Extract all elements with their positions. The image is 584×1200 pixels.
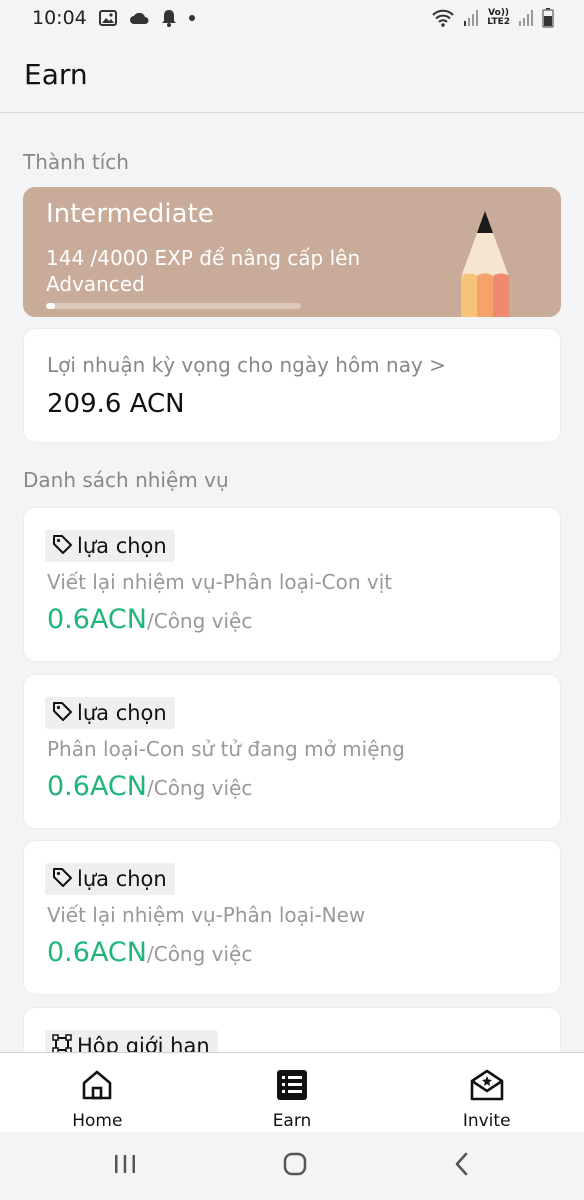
- level-progress-bar: [46, 303, 301, 309]
- task-card[interactable]: lựa chọn Phân loại-Con sử tử đang mở miệ…: [23, 674, 561, 829]
- tag-icon: [51, 700, 73, 727]
- task-list-section-title: Danh sách nhiệm vụ: [23, 468, 229, 492]
- invite-mail-icon: [469, 1069, 505, 1105]
- level-card[interactable]: Intermediate 144 /4000 EXP để nâng cấp l…: [23, 187, 561, 317]
- app-header: Earn: [0, 36, 584, 113]
- image-icon: [98, 10, 117, 26]
- nav-earn-label: Earn: [272, 1111, 312, 1131]
- home-circle-icon[interactable]: [282, 1151, 308, 1181]
- task-tag: lựa chọn: [45, 863, 175, 895]
- level-name: Intermediate: [46, 199, 214, 229]
- pencil-icon: [457, 209, 513, 317]
- level-progress-fill: [46, 303, 56, 309]
- cloud-icon: [129, 11, 149, 25]
- tag-icon: [51, 533, 73, 560]
- nav-invite[interactable]: Invite: [389, 1053, 584, 1132]
- task-tag: lựa chọn: [45, 530, 175, 562]
- task-card[interactable]: Hộp giới hạn: [23, 1007, 561, 1052]
- back-icon[interactable]: [452, 1151, 472, 1181]
- battery-icon: [542, 8, 554, 28]
- status-bar: 10:04 Vo)) LTE2: [0, 0, 584, 36]
- nav-earn[interactable]: Earn: [195, 1053, 390, 1132]
- tag-icon: [51, 866, 73, 893]
- task-reward-amount: 0.6ACN: [47, 604, 147, 635]
- lte-indicator: Vo)) LTE2: [487, 8, 510, 27]
- signal-icon-2: [518, 9, 534, 27]
- expected-profit-card[interactable]: Lợi nhuận kỳ vọng cho ngày hôm nay > 209…: [23, 328, 561, 443]
- bounding-box-icon: [51, 1033, 73, 1052]
- task-name: Viết lại nhiệm vụ-Phân loại-New: [47, 903, 366, 927]
- home-icon: [80, 1069, 114, 1105]
- status-time: 10:04: [32, 7, 87, 29]
- task-reward: 0.6ACN/Công việc: [47, 604, 252, 635]
- task-card[interactable]: lựa chọn Viết lại nhiệm vụ-Phân loại-New…: [23, 840, 561, 995]
- system-nav-bar: [0, 1132, 584, 1200]
- nav-home-label: Home: [72, 1111, 123, 1131]
- recent-apps-icon[interactable]: [112, 1152, 138, 1180]
- task-tag-label: lựa chọn: [77, 534, 167, 558]
- task-reward-amount: 0.6ACN: [47, 937, 147, 968]
- task-tag-label: lựa chọn: [77, 867, 167, 891]
- task-tag-label: lựa chọn: [77, 701, 167, 725]
- task-reward: 0.6ACN/Công việc: [47, 937, 252, 968]
- task-tag: lựa chọn: [45, 697, 175, 729]
- task-reward-unit: /Công việc: [146, 942, 253, 966]
- main-content[interactable]: Thành tích Intermediate 144 /4000 EXP để…: [0, 114, 584, 1052]
- page-title: Earn: [24, 57, 88, 91]
- nav-home[interactable]: Home: [0, 1053, 195, 1132]
- level-exp-text: 144 /4000 EXP để nâng cấp lên Advanced: [46, 246, 361, 296]
- bottom-nav: Home Earn Invite: [0, 1052, 584, 1132]
- bell-icon: [161, 9, 177, 27]
- task-reward-amount: 0.6ACN: [47, 771, 147, 802]
- nav-invite-label: Invite: [462, 1111, 511, 1131]
- task-reward-unit: /Công việc: [146, 776, 253, 800]
- expected-profit-value: 209.6 ACN: [47, 389, 185, 419]
- task-name: Phân loại-Con sử tử đang mở miệng: [47, 737, 405, 761]
- task-reward-unit: /Công việc: [146, 609, 253, 633]
- wifi-icon: [431, 8, 455, 28]
- task-tag-label: Hộp giới hạn: [77, 1034, 210, 1052]
- task-tag: Hộp giới hạn: [45, 1030, 218, 1052]
- task-reward: 0.6ACN/Công việc: [47, 771, 252, 802]
- list-icon: [276, 1069, 308, 1105]
- task-card[interactable]: lựa chọn Viết lại nhiệm vụ-Phân loại-Con…: [23, 507, 561, 662]
- expected-profit-label: Lợi nhuận kỳ vọng cho ngày hôm nay >: [47, 353, 446, 377]
- task-name: Viết lại nhiệm vụ-Phân loại-Con vịt: [47, 570, 393, 594]
- signal-icon: [463, 9, 479, 27]
- achievement-section-title: Thành tích: [23, 150, 129, 174]
- dot-icon: [188, 15, 195, 21]
